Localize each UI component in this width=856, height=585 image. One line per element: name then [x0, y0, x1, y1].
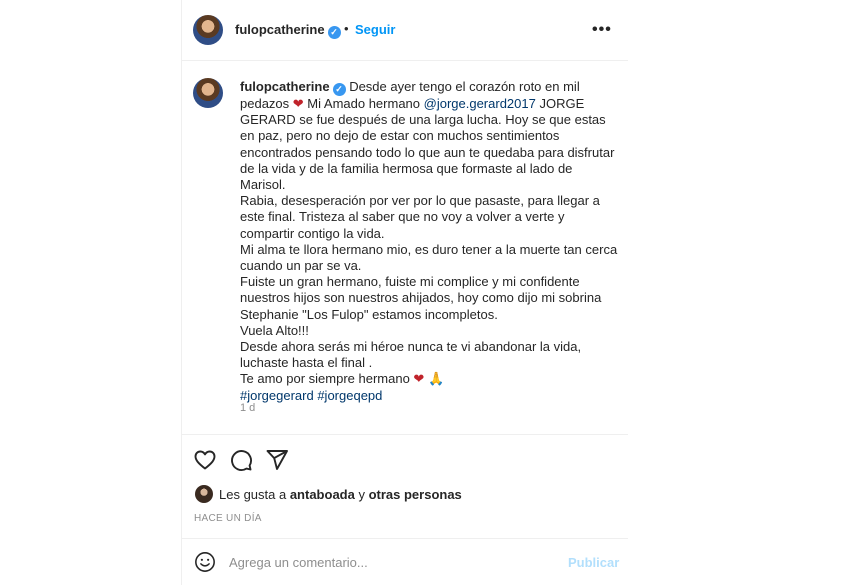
comment-icon[interactable] — [229, 448, 253, 472]
likes-user-link[interactable]: antaboada — [290, 487, 355, 502]
caption-closing: Te amo por siempre hermano — [240, 371, 414, 387]
likes-summary: Les gusta a antaboada y otras personas — [219, 487, 462, 502]
hashtags-link[interactable]: #jorgegerard #jorgeqepd — [240, 388, 620, 404]
post-actions — [181, 442, 628, 476]
likes-avatar[interactable] — [195, 485, 213, 503]
caption-paragraph: Rabia, desesperación por ver por lo que … — [240, 193, 600, 241]
likes-prefix: Les gusta a — [219, 487, 290, 502]
heart-emoji-icon: ❤ — [413, 371, 425, 387]
header-avatar[interactable] — [193, 15, 223, 45]
caption-text-2: Mi Amado hermano — [303, 96, 424, 111]
heart-icon[interactable] — [193, 448, 217, 472]
more-options-icon[interactable]: ••• — [592, 21, 612, 39]
follow-button[interactable]: Seguir — [355, 22, 395, 37]
publish-button[interactable]: Publicar — [568, 555, 619, 570]
broken-heart-emoji-icon: ❤ — [292, 96, 304, 111]
verified-badge-icon: ✓ — [327, 26, 341, 39]
post-caption: fulopcatherine ✓ Desde ayer tengo el cora… — [240, 79, 620, 404]
likes-middle: y — [354, 487, 369, 502]
header-separator: • — [344, 21, 349, 36]
smiley-icon[interactable] — [194, 551, 216, 573]
caption-username[interactable]: fulopcatherine — [240, 79, 330, 94]
post-header: fulopcatherine ✓ • Seguir ••• — [181, 0, 628, 61]
caption-paragraph: Fuiste un gran hermano, fuiste mi compli… — [240, 274, 602, 322]
caption-paragraph: Vuela Alto!!! — [240, 322, 309, 338]
comment-bar: Publicar — [181, 538, 628, 585]
praying-hands-emoji-icon: 🙏 — [427, 371, 445, 387]
mention-link[interactable]: @jorge.gerard2017 — [424, 96, 536, 111]
caption-time: 1 d — [240, 402, 256, 414]
header-username-link[interactable]: fulopcatherine ✓ — [235, 22, 341, 39]
divider — [181, 434, 628, 435]
likes-others-link[interactable]: otras personas — [369, 487, 462, 502]
caption-paragraph: Desde ahora serás mi héroe nunca te vi a… — [240, 339, 582, 371]
post-timestamp: HACE UN DÍA — [194, 513, 262, 524]
send-icon[interactable] — [265, 448, 289, 472]
header-username[interactable]: fulopcatherine — [235, 22, 325, 37]
comment-input[interactable] — [229, 552, 549, 572]
caption-verified-badge-icon: ✓ — [332, 83, 346, 96]
caption-paragraph: Mi alma te llora hermano mio, es duro te… — [240, 241, 618, 274]
caption-avatar[interactable] — [193, 78, 223, 108]
